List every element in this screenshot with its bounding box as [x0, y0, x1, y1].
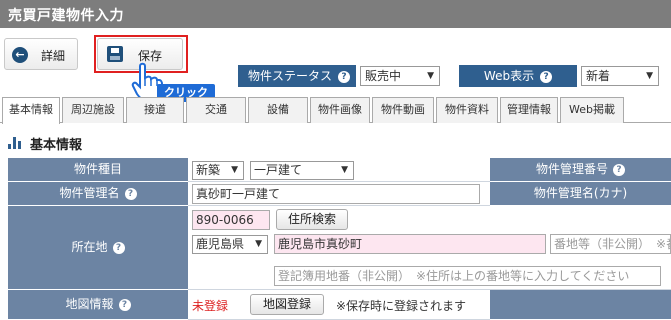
caret-down-icon: ▼	[646, 71, 653, 81]
tab-documents[interactable]: 物件資料	[436, 97, 498, 123]
property-type-select-kind[interactable]: 一戸建て ▼	[250, 161, 354, 180]
basic-info-form: 物件種目 新築 ▼ 一戸建て ▼ 物件管理番号? 物件管理名? 真砂町一戸建て 物件…	[8, 158, 671, 320]
help-icon[interactable]: ?	[540, 71, 553, 83]
tab-web-listing[interactable]: Web掲載	[560, 97, 624, 123]
management-name-kana-label: 物件管理名(カナ)	[490, 182, 671, 206]
registry-lot-input[interactable]: 登記簿用地番（非公開） ※住所は上の番地等に入力してください	[274, 266, 661, 286]
postal-code-input[interactable]: 890-0066	[192, 210, 270, 230]
caret-down-icon: ▼	[255, 239, 262, 249]
title-bar: 売買戸建物件入力	[0, 0, 671, 28]
caret-down-icon: ▼	[341, 165, 348, 175]
tab-videos[interactable]: 物件動画	[372, 97, 434, 123]
tab-basic-info[interactable]: 基本情報	[2, 97, 60, 124]
section-title: 基本情報	[30, 138, 83, 153]
map-note-text: ※保存時に登録されます	[336, 299, 467, 313]
property-type-select-new[interactable]: 新築 ▼	[192, 161, 244, 180]
floppy-disk-icon	[107, 46, 123, 62]
toolbar: ← 詳細 保存 物件ステータス? 販売中 ▼ Web表示? 新着 ▼	[0, 28, 671, 87]
web-display-select[interactable]: 新着 ▼	[581, 66, 659, 86]
map-info-label: 地図情報?	[8, 290, 188, 320]
status-label: 物件ステータス?	[238, 65, 356, 87]
address-search-button[interactable]: 住所検索	[276, 209, 348, 230]
help-icon[interactable]: ?	[124, 188, 137, 200]
map-status-text: 未登録	[192, 299, 229, 313]
property-type-label: 物件種目	[8, 158, 188, 182]
management-name-input[interactable]: 真砂町一戸建て	[192, 184, 480, 204]
page-title: 売買戸建物件入力	[8, 8, 124, 24]
street-number-input[interactable]: 番地等（非公開）※番	[550, 234, 671, 254]
caret-down-icon: ▼	[231, 165, 238, 175]
management-name-label: 物件管理名?	[8, 182, 188, 206]
status-select[interactable]: 販売中 ▼	[360, 66, 440, 86]
help-icon[interactable]: ?	[613, 164, 625, 176]
management-number-label: 物件管理番号?	[490, 158, 671, 182]
detail-button[interactable]: ← 詳細	[4, 38, 78, 70]
help-icon[interactable]: ?	[112, 242, 125, 254]
caret-down-icon: ▼	[427, 71, 434, 81]
tab-equipment[interactable]: 設備	[248, 97, 308, 123]
help-icon[interactable]: ?	[118, 299, 131, 311]
prefecture-select[interactable]: 鹿児島県 ▼	[192, 235, 268, 254]
tab-management[interactable]: 管理情報	[500, 97, 558, 123]
detail-button-label: 詳細	[41, 49, 66, 63]
tab-images[interactable]: 物件画像	[310, 97, 370, 123]
address-label: 所在地?	[8, 206, 188, 290]
tab-road-access[interactable]: 接道	[126, 97, 184, 123]
back-arrow-icon: ←	[12, 47, 28, 63]
tab-bar: 基本情報 周辺施設 接道 交通 設備 物件画像 物件動画 物件資料 管理情報 W…	[0, 97, 671, 124]
bar-chart-icon	[8, 137, 22, 149]
city-input[interactable]: 鹿児島市真砂町	[274, 234, 546, 254]
tab-transport[interactable]: 交通	[186, 97, 246, 123]
help-icon[interactable]: ?	[338, 71, 351, 83]
map-register-button[interactable]: 地図登録	[250, 294, 324, 315]
tab-surroundings[interactable]: 周辺施設	[62, 97, 124, 123]
map-info-right-label	[490, 290, 671, 320]
web-display-label: Web表示?	[459, 65, 577, 87]
